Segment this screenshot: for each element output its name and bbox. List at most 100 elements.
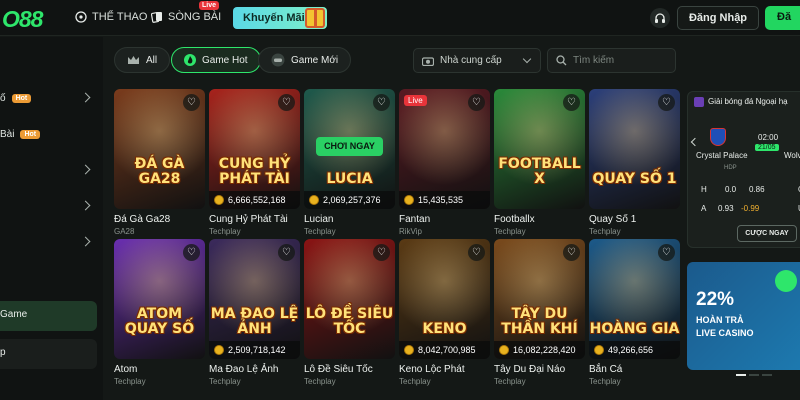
promotions-label: Khuyến Mãi [243,12,305,24]
jackpot-amount: 2,509,718,142 [228,345,286,355]
game-thumbnail[interactable]: QUAY SỐ 1 ♡ [589,89,680,209]
sidebar-item-other[interactable]: p [0,339,97,369]
promotions-button[interactable]: Khuyến Mãi [233,7,327,29]
odds-header-hdp: HDP [724,165,737,171]
heart-icon[interactable]: ♡ [468,94,485,111]
carousel-dot[interactable] [762,374,772,376]
filter-game-new-chip[interactable]: Game Mới [258,47,352,73]
jackpot-amount: 49,266,656 [608,345,654,355]
game-card[interactable]: KENO ♡ 8,042,700,985 Keno Lộc Phát Techplay [399,239,490,386]
nav-casino[interactable]: SÒNG BÀI [151,11,221,23]
jackpot-amount: 6,666,552,168 [228,195,286,205]
sidebar-item-cards[interactable]: Bài Hot [0,121,97,151]
odds-hdp[interactable]: 0.0 [725,185,736,194]
sidebar-item-lottery[interactable]: ố Hot [0,85,97,115]
game-card[interactable]: HOÀNG GIA ♡ 49,266,656 Bắn Cá Techplay [589,239,680,386]
game-thumbnail[interactable]: LUCIA ♡ CHƠI NGAY 2,069,257,376 [304,89,395,209]
heart-icon[interactable]: ♡ [278,244,295,261]
game-name[interactable]: Footballx [494,214,585,225]
heart-icon[interactable]: ♡ [658,94,675,111]
game-card[interactable]: ĐÁ GÀ GA28 ♡ Đá Gà Ga28 GA28 [114,89,205,236]
game-name[interactable]: Ma Đao Lệ Ảnh [209,364,300,375]
heart-icon[interactable]: ♡ [373,94,390,111]
game-thumbnail[interactable]: ĐÁ GÀ GA28 ♡ [114,89,205,209]
bet-now-button[interactable]: CƯỢC NGAY [737,225,797,242]
heart-icon[interactable]: ♡ [183,94,200,111]
game-card[interactable]: TÂY DU THẦN KHÍ ♡ 16,082,228,420 Tây Du Đại… [494,239,585,386]
filter-game-hot-chip[interactable]: Game Hot [171,47,261,73]
heart-icon[interactable]: ♡ [183,244,200,261]
promo-percent: 22% [696,289,735,310]
odds-value[interactable]: -0.99 [741,204,759,213]
game-name[interactable]: Atom [114,364,205,375]
heart-icon[interactable]: ♡ [278,94,295,111]
provider-select[interactable]: Nhà cung cấp [413,48,541,73]
game-art-title: ĐÁ GÀ GA28 [134,156,185,187]
game-name[interactable]: Quay Số 1 [589,214,680,225]
match-card[interactable]: Giải bóng đá Ngoại hạ Crystal Palace Wol… [687,91,800,248]
carousel-dot[interactable] [749,374,759,376]
odds-hdp[interactable]: 0.93 [718,204,734,213]
game-name[interactable]: Cung Hỷ Phát Tài [209,214,300,225]
promo-line-1: HOÀN TRẢ [696,315,744,325]
heart-icon[interactable]: ♡ [563,94,580,111]
sidebar-item-label: Bài [0,129,15,140]
nav-sports[interactable]: THỂ THAO [75,11,147,23]
game-thumbnail[interactable]: KENO ♡ 8,042,700,985 [399,239,490,359]
sidebar-item-game[interactable]: Game [0,301,97,331]
game-name[interactable]: Keno Lộc Phát [399,364,490,375]
jackpot-bar: 2,509,718,142 [209,341,300,359]
filter-all-chip[interactable]: All [114,47,171,73]
heart-icon[interactable]: ♡ [658,244,675,261]
megaphone-icon [775,270,797,292]
sidebar-item[interactable] [0,193,97,223]
promo-banner[interactable]: 22% HOÀN TRẢ LIVE CASINO [687,262,800,370]
site-logo[interactable]: O88 [2,6,43,33]
game-thumbnail[interactable]: LÔ ĐỀ SIÊU TỐC ♡ [304,239,395,359]
gift-icon [305,8,325,28]
game-thumbnail[interactable]: ATOM QUAY SỐ ♡ [114,239,205,359]
league-title: Giải bóng đá Ngoại hạ [688,92,800,112]
game-art-title: FOOTBALL X [498,156,581,187]
game-name[interactable]: Lucian [304,214,395,225]
chevron-left-icon[interactable] [690,137,700,147]
game-card[interactable]: MA ĐAO LỆ ẢNH ♡ 2,509,718,142 Ma Đao Lệ Ảnh… [209,239,300,386]
game-art-title: TÂY DU THẦN KHÍ [501,306,578,337]
game-name[interactable]: Tây Du Đại Náo [494,364,585,375]
coin-icon [309,195,319,205]
play-now-button[interactable]: CHƠI NGAY [316,137,383,156]
game-card[interactable]: LÔ ĐỀ SIÊU TỐC ♡ Lô Đề Siêu Tốc Techplay [304,239,395,386]
game-card[interactable]: ATOM QUAY SỐ ♡ Atom Techplay [114,239,205,386]
login-button[interactable]: Đăng Nhập [677,6,759,30]
game-provider: Techplay [209,377,241,386]
game-card[interactable]: CUNG HỶ PHÁT TÀI ♡ 6,666,552,168 Cung Hỷ Ph… [209,89,300,236]
heart-icon[interactable]: ♡ [468,244,485,261]
search-input[interactable] [573,55,668,66]
game-thumbnail[interactable]: FOOTBALL X ♡ [494,89,585,209]
game-thumbnail[interactable]: MA ĐAO LỆ ẢNH ♡ 2,509,718,142 [209,239,300,359]
heart-icon[interactable]: ♡ [563,244,580,261]
game-name[interactable]: Lô Đề Siêu Tốc [304,364,395,375]
sidebar-item[interactable] [0,229,97,259]
game-card[interactable]: ♡ Live 15,435,535 Fantan RikVip [399,89,490,236]
register-button[interactable]: Đă [765,6,800,30]
chip-label: All [146,54,158,66]
game-thumbnail[interactable]: ♡ Live 15,435,535 [399,89,490,209]
carousel-dot[interactable] [736,374,746,376]
sidebar-item[interactable] [0,157,97,187]
game-name[interactable]: Bắn Cá [589,364,680,375]
game-thumbnail[interactable]: HOÀNG GIA ♡ 49,266,656 [589,239,680,359]
heart-icon[interactable]: ♡ [373,244,390,261]
support-button[interactable] [650,8,670,28]
game-name[interactable]: Fantan [399,214,490,225]
game-card[interactable]: FOOTBALL X ♡ Footballx Techplay [494,89,585,236]
odds-value[interactable]: 0.86 [749,185,765,194]
game-provider: Techplay [494,227,526,236]
game-card[interactable]: QUAY SỐ 1 ♡ Quay Số 1 Techplay [589,89,680,236]
game-thumbnail[interactable]: TÂY DU THẦN KHÍ ♡ 16,082,228,420 [494,239,585,359]
game-card[interactable]: LUCIA ♡ CHƠI NGAY 2,069,257,376 Lucian Techpl… [304,89,395,236]
game-art-title: CUNG HỶ PHÁT TÀI [218,156,291,187]
game-name[interactable]: Đá Gà Ga28 [114,214,205,225]
game-thumbnail[interactable]: CUNG HỶ PHÁT TÀI ♡ 6,666,552,168 [209,89,300,209]
league-name: Giải bóng đá Ngoại hạ [708,97,788,106]
